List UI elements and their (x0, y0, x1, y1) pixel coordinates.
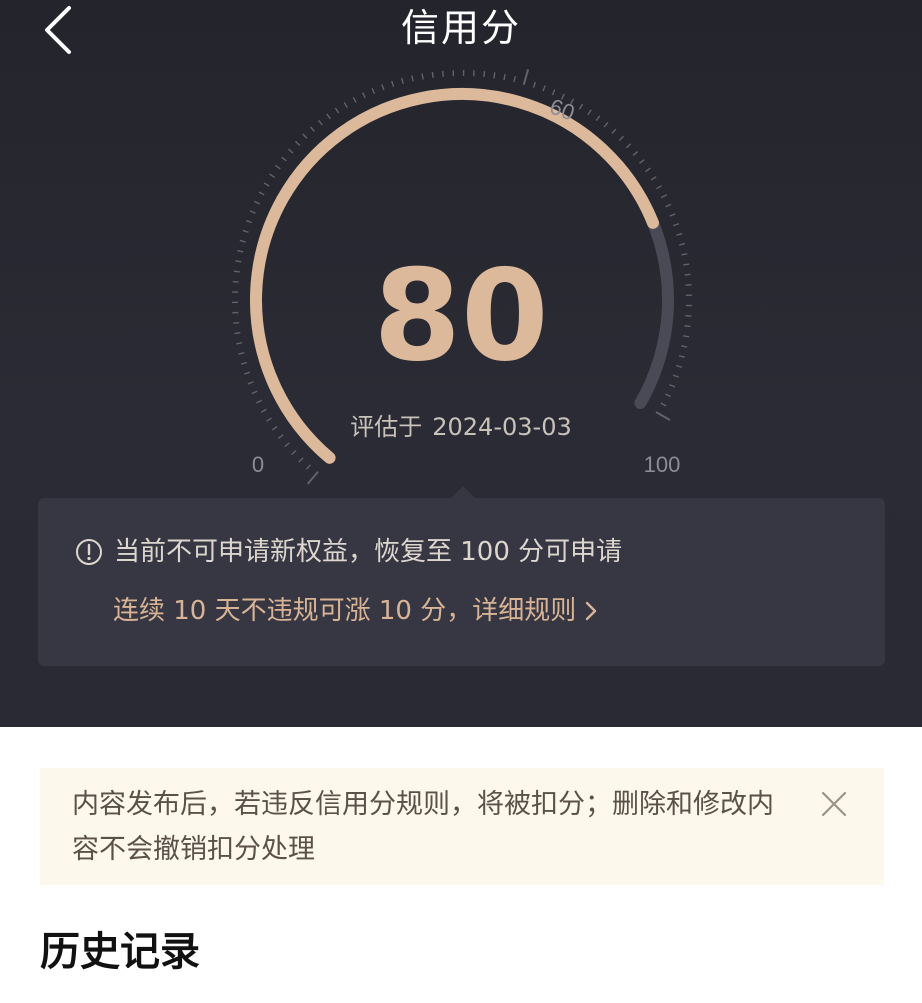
gauge-tick (242, 229, 249, 233)
notice-text: 内容发布后，若违反信用分规则，将被扣分；删除和修改内容不会撤销扣分处理 (72, 789, 774, 865)
gauge-min-label: 0 (252, 452, 264, 477)
gauge-tick (442, 70, 444, 77)
gauge-tick (660, 194, 667, 199)
gauge-tick (343, 102, 348, 108)
gauge-tick (391, 80, 395, 87)
gauge-tick (256, 399, 263, 404)
gauge-tick (542, 85, 546, 92)
gauge-tick (656, 185, 662, 190)
gauge-tick (603, 121, 609, 128)
gauge-tick (676, 232, 683, 236)
gauge-tick (253, 200, 260, 205)
status-line: 当前不可申请新权益，恢复至 100 分可申请 (74, 534, 622, 570)
gauge-tick (302, 133, 308, 139)
credit-header-panel: 信用分 0 100 60 80 评估于 2024-03-03 当前不可申请新权益，… (0, 0, 922, 727)
gauge-tick (306, 470, 319, 485)
close-icon[interactable] (820, 790, 848, 818)
gauge-tick (309, 126, 315, 132)
gauge-tick (249, 210, 256, 214)
gauge-tick (595, 115, 601, 122)
rules-link-text: 连续 10 天不违规可涨 10 分，详细规则 (113, 596, 577, 626)
gauge-tick (317, 119, 323, 126)
gauge-tick (660, 402, 667, 407)
credit-score: 80 (373, 242, 549, 389)
status-text: 当前不可申请新权益，恢复至 100 分可申请 (114, 537, 623, 567)
gauge-tick (411, 75, 414, 82)
gauge-tick (305, 464, 311, 470)
gauge-tick (669, 213, 676, 217)
gauge-tick (263, 182, 270, 187)
gauge-tick (650, 176, 657, 181)
gauge-tick (294, 140, 301, 147)
credit-info-card: 当前不可申请新权益，恢复至 100 分可申请 连续 10 天不违规可涨 10 分… (38, 486, 885, 666)
history-section-title: 历史记录 (40, 929, 200, 975)
gauge-tick (532, 81, 537, 88)
gauge-tick (258, 191, 265, 196)
gauge-tick (245, 219, 253, 224)
gauge-tick (578, 103, 584, 110)
gauge-tick (431, 71, 434, 78)
gauge-tick (326, 113, 331, 120)
gauge-tick (334, 107, 340, 114)
gauge-tick (269, 173, 275, 178)
gauge-tick (625, 143, 632, 149)
gauge-tick (381, 84, 385, 91)
gauge-tick (281, 156, 287, 162)
gauge-tick (361, 92, 366, 99)
evaluation-label: 评估于 (350, 413, 423, 441)
gauge-tick (251, 390, 258, 395)
gauge-tick (493, 72, 496, 79)
gauge-tick (298, 457, 304, 463)
gauge-tick (678, 242, 686, 246)
gauge-tick (645, 167, 651, 173)
gauge-tick (401, 77, 404, 85)
gauge-tick (291, 449, 297, 456)
gauge-tick (371, 88, 376, 95)
gauge-max-label: 100 (644, 452, 681, 477)
gauge-tick (239, 239, 246, 243)
gauge-tick (639, 159, 645, 164)
gauge-tick (665, 203, 672, 208)
gauge-tick (513, 76, 516, 83)
gauge-tick (611, 128, 617, 135)
gauge-tick (275, 164, 281, 170)
evaluation-date-line: 评估于 2024-03-03 (0, 410, 922, 444)
gauge-tick (673, 222, 680, 227)
gauge-tick (421, 73, 424, 80)
gauge-tick (483, 71, 486, 78)
gauge-tick (503, 73, 506, 81)
rules-link[interactable]: 连续 10 天不违规可涨 10 分，详细规则 (113, 593, 598, 629)
gauge-tick (352, 96, 357, 103)
evaluation-date: 2024-03-03 (432, 413, 572, 441)
info-circle-icon (74, 537, 104, 567)
gauge-tick (665, 393, 672, 398)
gauge-tick (618, 135, 624, 142)
gauge-tick (522, 69, 530, 85)
chevron-right-icon (584, 600, 598, 622)
gauge-tick (587, 109, 592, 116)
gauge-tick (287, 148, 294, 154)
gauge-tick (632, 151, 639, 156)
notice-banner: 内容发布后，若违反信用分规则，将被扣分；删除和修改内容不会撤销扣分处理 (40, 768, 884, 885)
